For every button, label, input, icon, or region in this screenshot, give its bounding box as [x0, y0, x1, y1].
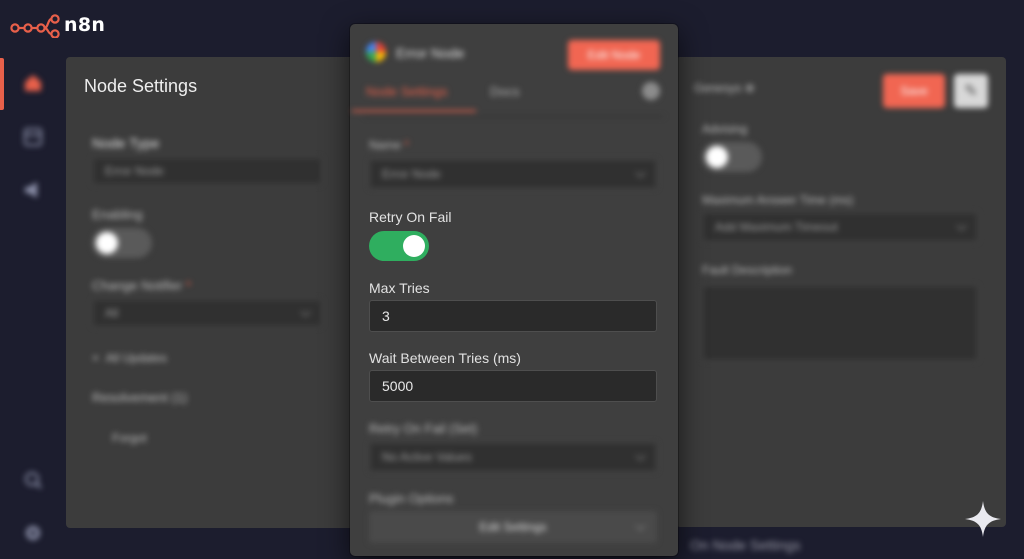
tab-docs[interactable]: Docs: [490, 84, 520, 99]
active-tab-indicator: [352, 110, 476, 112]
change-notifier-label: Change Notifier *: [92, 278, 192, 293]
pencil-icon: ✎: [964, 83, 978, 100]
help-icon[interactable]: [20, 467, 46, 493]
chevron-down-icon: [635, 520, 646, 531]
edit-settings-label: Edit Settings: [479, 520, 547, 534]
footer-link[interactable]: On Node Settings: [690, 537, 801, 553]
n8n-logo-icon: [10, 12, 60, 38]
edit-settings-button[interactable]: Edit Settings: [369, 511, 657, 543]
settings-gear-icon[interactable]: [642, 82, 660, 100]
sparkle-icon: [964, 500, 1002, 543]
right-panel-header: Genesys ⊕: [694, 81, 755, 95]
edit-node-button[interactable]: Edit Node: [568, 40, 660, 70]
left-rail: n8n: [0, 0, 105, 559]
forgot-link[interactable]: Forgot: [112, 431, 147, 445]
chevron-down-icon: [635, 450, 646, 461]
wait-between-tries-input[interactable]: 5000: [369, 370, 657, 402]
plugin-options-label: Plugin Options: [369, 491, 454, 506]
retry-on-fail-label: Retry On Fail: [369, 209, 452, 225]
announcement-icon[interactable]: [20, 177, 46, 203]
retry-on-fail-select-value: No Active Values: [382, 450, 472, 464]
chevron-down-icon: [300, 306, 311, 317]
left-settings-panel: Node Settings Node Type Error Node Enabl…: [66, 57, 356, 528]
advising-toggle[interactable]: [702, 142, 762, 172]
max-timeout-placeholder: Add Maximum Timeout: [715, 220, 838, 234]
save-button[interactable]: Save: [883, 74, 945, 108]
toggle-knob: [403, 235, 425, 257]
all-updates-row[interactable]: × All Updates: [92, 351, 167, 365]
fault-description-label: Fault Description: [702, 263, 793, 277]
max-timeout-label: Maximum Answer Time (ms): [702, 193, 854, 207]
edit-button[interactable]: ✎: [954, 74, 988, 108]
retry-on-fail-select-label: Retry On Fail (Set): [369, 421, 478, 436]
max-tries-label: Max Tries: [369, 280, 430, 296]
logo-text: n8n: [64, 14, 106, 36]
resolvement-label: Resolvement (1): [92, 390, 188, 405]
name-label: Name *: [369, 138, 410, 152]
tab-node-settings[interactable]: Node Settings: [366, 84, 448, 99]
node-icon: [366, 42, 386, 62]
toggle-knob: [706, 146, 728, 168]
wait-between-tries-label: Wait Between Tries (ms): [369, 350, 521, 366]
enabled-label: Enabling: [92, 207, 143, 222]
settings-icon[interactable]: [20, 520, 46, 546]
node-title: Error Node: [396, 45, 465, 61]
toggle-knob: [96, 232, 118, 254]
node-type-label: Node Type: [92, 135, 160, 151]
change-notifier-value: All: [105, 306, 119, 320]
node-type-value: Error Node: [105, 164, 164, 178]
wait-between-tries-value: 5000: [382, 378, 414, 394]
info-icon: ⊕: [744, 81, 755, 95]
max-tries-input[interactable]: 3: [369, 300, 657, 332]
max-timeout-input[interactable]: Add Maximum Timeout: [702, 212, 978, 242]
max-tries-value: 3: [382, 308, 390, 324]
fault-description-textarea[interactable]: [702, 285, 978, 361]
enabled-toggle[interactable]: [92, 228, 152, 258]
chevron-down-icon: [956, 220, 967, 231]
rail-active-indicator: [0, 58, 4, 110]
retry-on-fail-toggle[interactable]: [369, 231, 429, 261]
templates-icon[interactable]: [20, 124, 46, 150]
node-type-field[interactable]: Error Node: [92, 157, 322, 185]
name-value: Error Node: [382, 167, 441, 181]
logo[interactable]: n8n: [10, 12, 105, 38]
close-icon: ×: [92, 351, 100, 365]
tabs-divider: [364, 116, 664, 117]
name-input[interactable]: Error Node: [369, 159, 657, 189]
change-notifier-select[interactable]: All: [92, 299, 322, 327]
left-panel-title: Node Settings: [84, 76, 198, 96]
right-settings-panel: Genesys ⊕ Save ✎ Advising Maximum Answer…: [676, 57, 1006, 527]
advising-label: Advising: [702, 122, 748, 136]
retry-on-fail-select[interactable]: No Active Values: [369, 442, 657, 472]
chevron-down-icon: [635, 167, 646, 178]
home-icon[interactable]: [20, 70, 46, 96]
node-settings-modal: Error Node Edit Node Node Settings Docs …: [350, 24, 678, 556]
